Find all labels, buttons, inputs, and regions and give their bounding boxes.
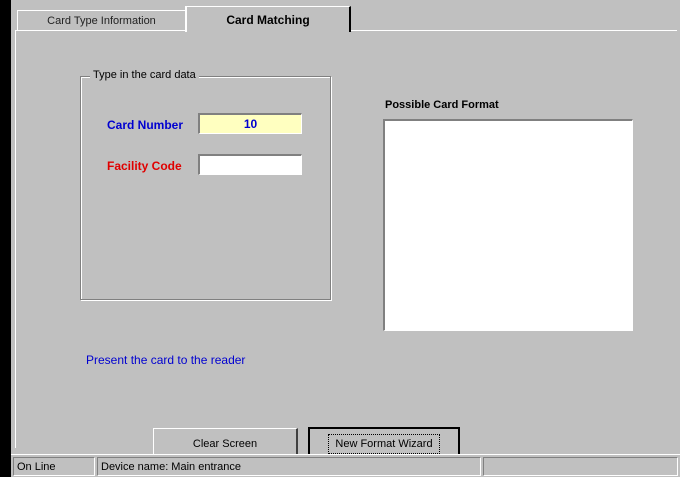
group-legend: Type in the card data <box>90 69 199 81</box>
status-extra <box>483 457 678 476</box>
new-format-wizard-label: New Format Wizard <box>328 433 440 454</box>
tab-panel: Type in the card data Card Number 10 Fac… <box>15 30 677 460</box>
card-number-label: Card Number <box>107 118 184 132</box>
possible-card-format-label: Possible Card Format <box>385 99 499 111</box>
card-number-value: 10 <box>243 117 258 131</box>
instruction-text: Present the card to the reader <box>86 353 246 367</box>
possible-card-format-list[interactable] <box>383 119 633 331</box>
clear-screen-label: Clear Screen <box>192 437 258 450</box>
facility-code-label: Facility Code <box>107 159 182 173</box>
tab-card-type-information[interactable]: Card Type Information <box>17 10 187 30</box>
tab-label: Card Matching <box>226 12 310 27</box>
status-bar: On Line Device name: Main entrance <box>11 454 680 477</box>
card-number-field[interactable]: 10 <box>198 113 302 134</box>
facility-code-field[interactable] <box>198 154 302 175</box>
status-device-text: Device name: Main entrance <box>101 460 242 473</box>
status-device: Device name: Main entrance <box>97 457 481 476</box>
status-connection: On Line <box>13 457 95 476</box>
tab-card-matching[interactable]: Card Matching <box>185 6 351 32</box>
card-matching-window: Card Type Information Card Matching Type… <box>11 0 680 477</box>
window-edge <box>0 0 11 477</box>
card-data-group: Type in the card data Card Number 10 Fac… <box>80 69 331 300</box>
tab-label: Card Type Information <box>47 14 156 27</box>
status-connection-text: On Line <box>17 460 56 473</box>
